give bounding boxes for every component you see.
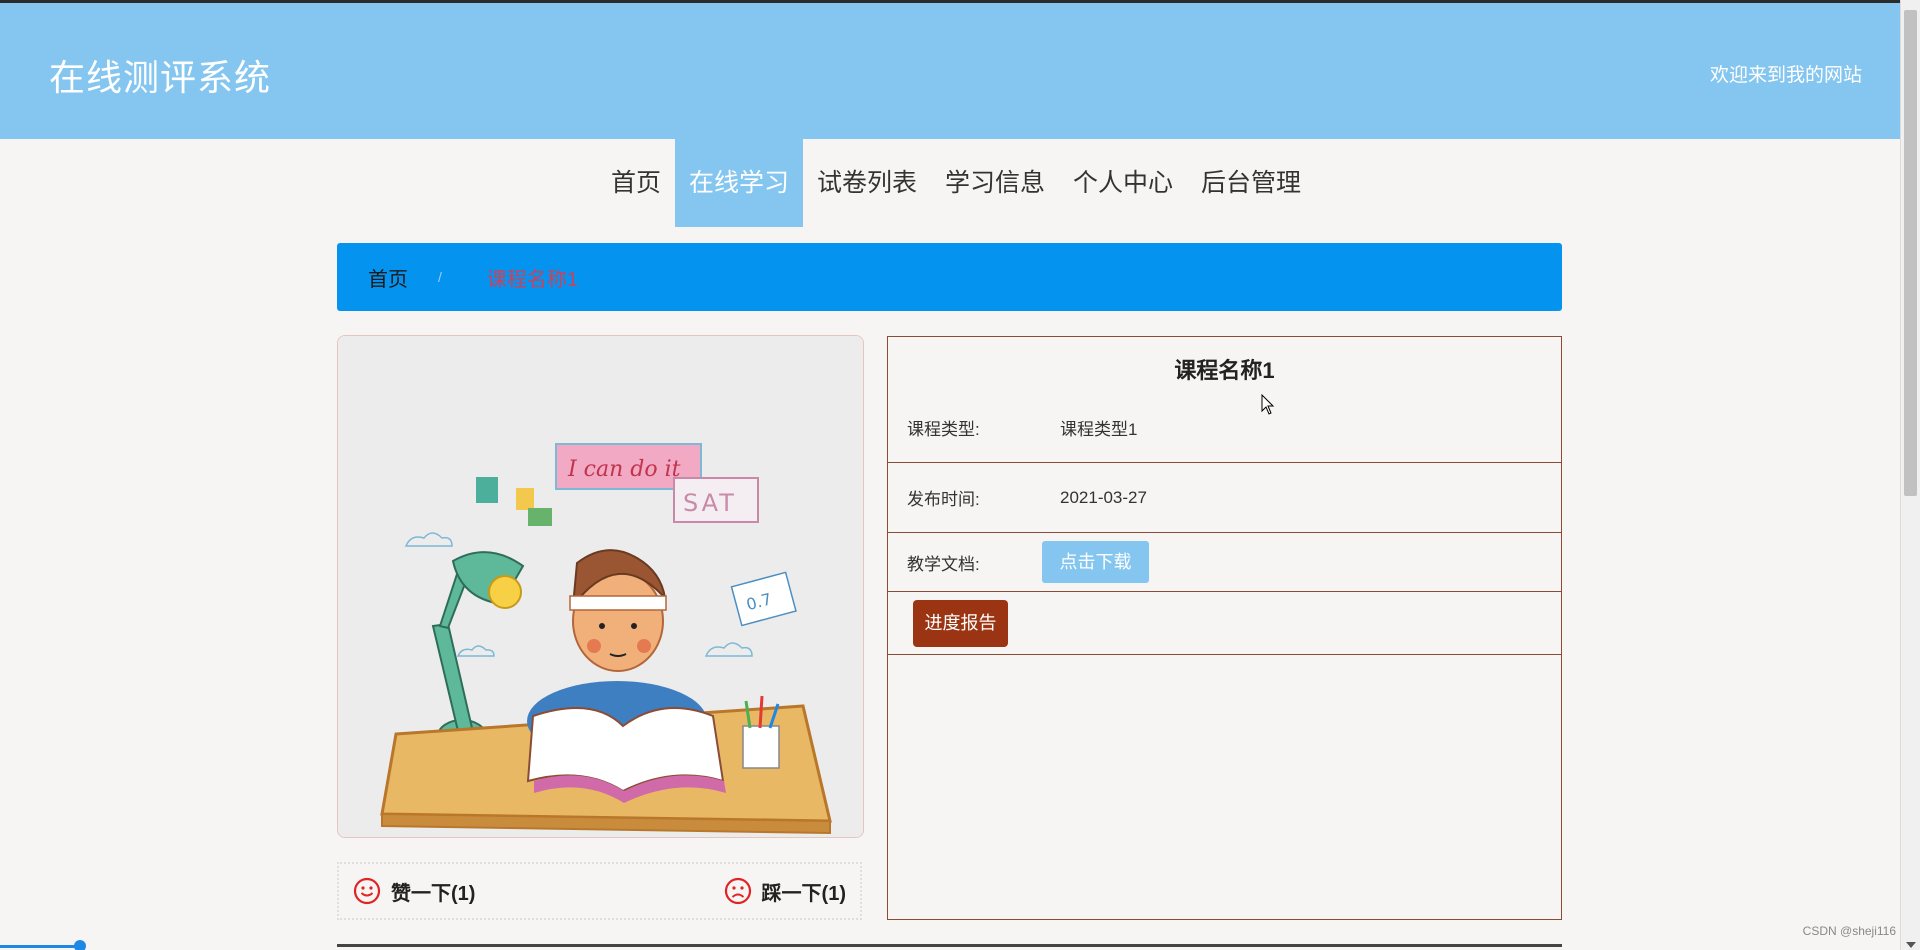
content-bottom-border: [337, 944, 1562, 947]
site-header: 在线测评系统 欢迎来到我的网站: [0, 0, 1900, 139]
nav-item-online-learning[interactable]: 在线学习: [674, 139, 803, 227]
main-nav: 首页 在线学习 试卷列表 学习信息 个人中心 后台管理: [0, 139, 1900, 227]
nav-item-admin[interactable]: 后台管理: [1187, 139, 1315, 227]
dislike-button[interactable]: 踩一下(1): [724, 877, 846, 906]
smile-icon: [353, 877, 381, 905]
course-illustration: I can do it SAT 0.7: [338, 336, 863, 837]
teaching-doc-row: 教学文档: 点击下载: [888, 533, 1561, 592]
download-button[interactable]: 点击下载: [1042, 541, 1149, 583]
mouse-cursor-icon: [1261, 394, 1275, 415]
nav-item-paper-list[interactable]: 试卷列表: [803, 139, 931, 227]
site-title: 在线测评系统: [49, 57, 272, 98]
breadcrumb-current: 课程名称1: [486, 268, 579, 291]
vertical-scrollbar[interactable]: [1900, 0, 1920, 950]
scroll-down-arrow-icon[interactable]: [1906, 942, 1916, 948]
report-row: 进度报告: [888, 592, 1561, 655]
course-image: I can do it SAT 0.7: [337, 335, 864, 838]
nav-item-home[interactable]: 首页: [597, 139, 675, 227]
like-label: 赞一下(1): [391, 882, 476, 905]
watermark: CSDN @sheji116: [1802, 924, 1896, 938]
publish-time-row: 发布时间: 2021-03-27: [888, 463, 1561, 533]
course-type-label: 课程类型:: [907, 420, 980, 439]
publish-time-label: 发布时间:: [907, 490, 980, 509]
course-type-value: 课程类型1: [1060, 420, 1138, 439]
sat-tag-text: SAT: [683, 489, 737, 517]
breadcrumb: 首页 / 课程名称1: [337, 243, 1562, 311]
page-progress-line: [0, 945, 80, 948]
vote-bar: 赞一下(1) 踩一下(1): [337, 862, 862, 920]
course-detail-panel: 课程名称1 课程类型: 课程类型1 发布时间: 2021-03-27 教学文档:…: [887, 336, 1562, 920]
course-title: 课程名称1: [1174, 358, 1275, 383]
publish-time-value: 2021-03-27: [1060, 487, 1147, 507]
page-progress-dot: [74, 940, 86, 950]
banner-text: I can do it: [567, 457, 681, 482]
dislike-label: 踩一下(1): [761, 882, 846, 905]
breadcrumb-separator: /: [438, 269, 442, 285]
breadcrumb-home-link[interactable]: 首页: [368, 263, 408, 292]
welcome-text: 欢迎来到我的网站: [1709, 65, 1862, 86]
nav-item-personal-center[interactable]: 个人中心: [1059, 139, 1187, 227]
frown-icon: [724, 877, 751, 905]
teaching-doc-label: 教学文档:: [907, 554, 980, 574]
course-type-row: 课程类型: 课程类型1: [888, 387, 1561, 463]
scrollbar-thumb[interactable]: [1904, 10, 1917, 496]
nav-item-study-info[interactable]: 学习信息: [931, 139, 1059, 227]
progress-report-button[interactable]: 进度报告: [913, 599, 1008, 647]
like-button[interactable]: 赞一下(1): [353, 877, 475, 906]
